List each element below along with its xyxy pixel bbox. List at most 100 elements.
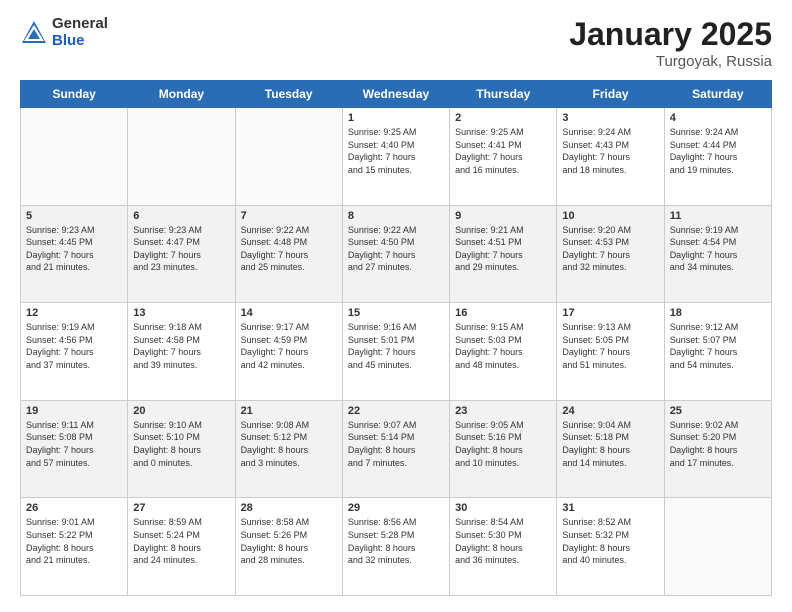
day-number: 4 [670, 112, 766, 124]
cell-info: Sunrise: 9:16 AM Sunset: 5:01 PM Dayligh… [348, 321, 444, 371]
day-number: 14 [241, 307, 337, 319]
day-number: 19 [26, 405, 122, 417]
calendar-cell: 3 Sunrise: 9:24 AM Sunset: 4:43 PM Daylig… [557, 108, 664, 206]
calendar-cell: 13 Sunrise: 9:18 AM Sunset: 4:58 PM Dayli… [128, 303, 235, 401]
calendar-cell: 28 Sunrise: 8:58 AM Sunset: 5:26 PM Dayli… [235, 498, 342, 596]
day-header-sunday: Sunday [21, 81, 128, 108]
day-number: 12 [26, 307, 122, 319]
day-number: 8 [348, 210, 444, 222]
calendar-cell: 16Sunrise: 9:15 AM Sunset: 5:03 PM Dayli… [450, 303, 557, 401]
cell-info: Sunrise: 9:19 AM Sunset: 4:54 PM Dayligh… [670, 224, 766, 274]
day-number: 21 [241, 405, 337, 417]
header: General Blue January 2025 Turgoyak, Russ… [20, 16, 772, 70]
cell-info: Sunrise: 9:24 AM Sunset: 4:43 PM Dayligh… [562, 126, 658, 176]
day-header-friday: Friday [557, 81, 664, 108]
cell-info: Sunrise: 9:20 AM Sunset: 4:53 PM Dayligh… [562, 224, 658, 274]
cell-info: Sunrise: 9:18 AM Sunset: 4:58 PM Dayligh… [133, 321, 229, 371]
calendar-cell: 7Sunrise: 9:22 AM Sunset: 4:48 PM Daylig… [235, 205, 342, 303]
title-block: January 2025 Turgoyak, Russia [569, 16, 772, 70]
cell-info: Sunrise: 9:19 AM Sunset: 4:56 PM Dayligh… [26, 321, 122, 371]
calendar-cell: 15Sunrise: 9:16 AM Sunset: 5:01 PM Dayli… [342, 303, 449, 401]
cell-info: Sunrise: 9:04 AM Sunset: 5:18 PM Dayligh… [562, 419, 658, 469]
cell-info: Sunrise: 9:23 AM Sunset: 4:47 PM Dayligh… [133, 224, 229, 274]
calendar-cell: 17Sunrise: 9:13 AM Sunset: 5:05 PM Dayli… [557, 303, 664, 401]
day-header-wednesday: Wednesday [342, 81, 449, 108]
calendar-cell: 11 Sunrise: 9:19 AM Sunset: 4:54 PM Dayli… [664, 205, 771, 303]
cell-info: Sunrise: 8:59 AM Sunset: 5:24 PM Dayligh… [133, 516, 229, 566]
day-number: 18 [670, 307, 766, 319]
day-number: 1 [348, 112, 444, 124]
calendar-cell: 2 Sunrise: 9:25 AM Sunset: 4:41 PM Daylig… [450, 108, 557, 206]
day-number: 17 [562, 307, 658, 319]
day-header-thursday: Thursday [450, 81, 557, 108]
day-number: 11 [670, 210, 766, 222]
calendar-cell: 25Sunrise: 9:02 AM Sunset: 5:20 PM Dayli… [664, 400, 771, 498]
calendar-cell: 8 Sunrise: 9:22 AM Sunset: 4:50 PM Daylig… [342, 205, 449, 303]
day-number: 22 [348, 405, 444, 417]
cell-info: Sunrise: 9:23 AM Sunset: 4:45 PM Dayligh… [26, 224, 122, 274]
day-number: 3 [562, 112, 658, 124]
cell-info: Sunrise: 9:12 AM Sunset: 5:07 PM Dayligh… [670, 321, 766, 371]
calendar-row: 26 Sunrise: 9:01 AM Sunset: 5:22 PM Dayli… [21, 498, 772, 596]
cell-info: Sunrise: 9:01 AM Sunset: 5:22 PM Dayligh… [26, 516, 122, 566]
calendar-header-row: SundayMondayTuesdayWednesdayThursdayFrid… [21, 81, 772, 108]
calendar-cell [664, 498, 771, 596]
calendar-cell: 30 Sunrise: 8:54 AM Sunset: 5:30 PM Dayli… [450, 498, 557, 596]
day-header-saturday: Saturday [664, 81, 771, 108]
calendar-cell: 18 Sunrise: 9:12 AM Sunset: 5:07 PM Dayli… [664, 303, 771, 401]
cell-info: Sunrise: 9:25 AM Sunset: 4:41 PM Dayligh… [455, 126, 551, 176]
cell-info: Sunrise: 9:22 AM Sunset: 4:50 PM Dayligh… [348, 224, 444, 274]
page: General Blue January 2025 Turgoyak, Russ… [0, 0, 792, 612]
day-number: 28 [241, 502, 337, 514]
calendar-row: 12 Sunrise: 9:19 AM Sunset: 4:56 PM Dayli… [21, 303, 772, 401]
logo-blue-text: Blue [52, 33, 108, 50]
cell-info: Sunrise: 8:54 AM Sunset: 5:30 PM Dayligh… [455, 516, 551, 566]
cell-info: Sunrise: 9:25 AM Sunset: 4:40 PM Dayligh… [348, 126, 444, 176]
calendar-cell: 12 Sunrise: 9:19 AM Sunset: 4:56 PM Dayli… [21, 303, 128, 401]
calendar-cell: 10Sunrise: 9:20 AM Sunset: 4:53 PM Dayli… [557, 205, 664, 303]
calendar-cell: 9 Sunrise: 9:21 AM Sunset: 4:51 PM Daylig… [450, 205, 557, 303]
day-number: 29 [348, 502, 444, 514]
location: Turgoyak, Russia [569, 53, 772, 70]
day-number: 25 [670, 405, 766, 417]
cell-info: Sunrise: 9:07 AM Sunset: 5:14 PM Dayligh… [348, 419, 444, 469]
calendar-cell: 6 Sunrise: 9:23 AM Sunset: 4:47 PM Daylig… [128, 205, 235, 303]
day-number: 6 [133, 210, 229, 222]
cell-info: Sunrise: 9:11 AM Sunset: 5:08 PM Dayligh… [26, 419, 122, 469]
cell-info: Sunrise: 9:05 AM Sunset: 5:16 PM Dayligh… [455, 419, 551, 469]
day-number: 20 [133, 405, 229, 417]
calendar-cell: 24 Sunrise: 9:04 AM Sunset: 5:18 PM Dayli… [557, 400, 664, 498]
calendar-cell: 26 Sunrise: 9:01 AM Sunset: 5:22 PM Dayli… [21, 498, 128, 596]
day-header-tuesday: Tuesday [235, 81, 342, 108]
day-number: 7 [241, 210, 337, 222]
cell-info: Sunrise: 8:56 AM Sunset: 5:28 PM Dayligh… [348, 516, 444, 566]
calendar-cell: 20 Sunrise: 9:10 AM Sunset: 5:10 PM Dayli… [128, 400, 235, 498]
calendar-cell [235, 108, 342, 206]
cell-info: Sunrise: 9:21 AM Sunset: 4:51 PM Dayligh… [455, 224, 551, 274]
calendar-cell: 19 Sunrise: 9:11 AM Sunset: 5:08 PM Dayli… [21, 400, 128, 498]
day-number: 26 [26, 502, 122, 514]
calendar-cell: 29 Sunrise: 8:56 AM Sunset: 5:28 PM Dayli… [342, 498, 449, 596]
logo-text: General Blue [52, 16, 108, 49]
calendar-cell: 21Sunrise: 9:08 AM Sunset: 5:12 PM Dayli… [235, 400, 342, 498]
calendar-cell: 14Sunrise: 9:17 AM Sunset: 4:59 PM Dayli… [235, 303, 342, 401]
day-number: 9 [455, 210, 551, 222]
calendar-cell: 1 Sunrise: 9:25 AM Sunset: 4:40 PM Daylig… [342, 108, 449, 206]
calendar-cell: 4 Sunrise: 9:24 AM Sunset: 4:44 PM Daylig… [664, 108, 771, 206]
cell-info: Sunrise: 9:24 AM Sunset: 4:44 PM Dayligh… [670, 126, 766, 176]
calendar-table: SundayMondayTuesdayWednesdayThursdayFrid… [20, 80, 772, 596]
calendar-cell: 5Sunrise: 9:23 AM Sunset: 4:45 PM Daylig… [21, 205, 128, 303]
day-number: 30 [455, 502, 551, 514]
day-number: 16 [455, 307, 551, 319]
calendar-row: 1 Sunrise: 9:25 AM Sunset: 4:40 PM Daylig… [21, 108, 772, 206]
calendar-cell: 27Sunrise: 8:59 AM Sunset: 5:24 PM Dayli… [128, 498, 235, 596]
day-number: 24 [562, 405, 658, 417]
day-header-monday: Monday [128, 81, 235, 108]
cell-info: Sunrise: 9:10 AM Sunset: 5:10 PM Dayligh… [133, 419, 229, 469]
day-number: 13 [133, 307, 229, 319]
calendar-row: 19 Sunrise: 9:11 AM Sunset: 5:08 PM Dayli… [21, 400, 772, 498]
cell-info: Sunrise: 8:58 AM Sunset: 5:26 PM Dayligh… [241, 516, 337, 566]
logo-general-text: General [52, 16, 108, 33]
day-number: 2 [455, 112, 551, 124]
day-number: 23 [455, 405, 551, 417]
